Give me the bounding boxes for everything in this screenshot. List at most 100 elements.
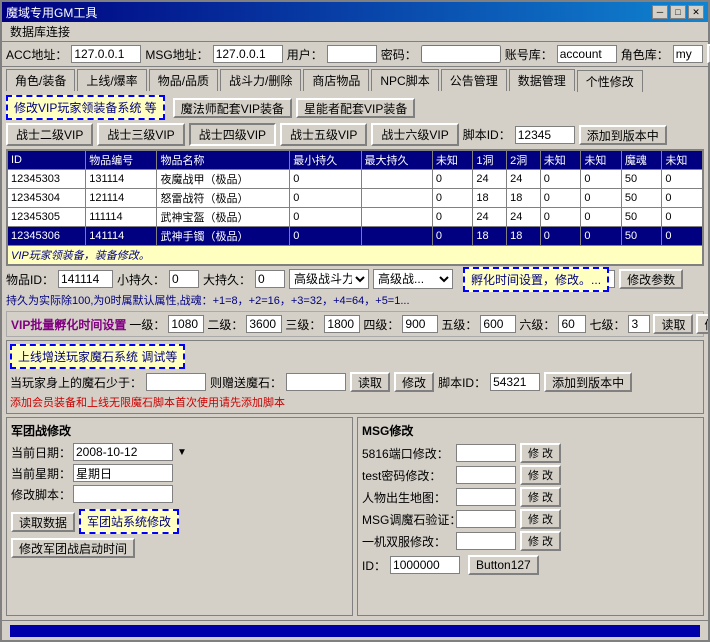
tab-data-mgmt[interactable]: 数据管理	[509, 69, 575, 91]
tab-shop-item[interactable]: 商店物品	[303, 69, 369, 91]
online-script-id-input[interactable]	[490, 373, 540, 391]
birth-map-modify-btn[interactable]: 修 改	[520, 487, 561, 507]
give-stone-input[interactable]	[286, 373, 346, 391]
msg-address-input[interactable]	[213, 45, 283, 63]
online-add-btn[interactable]: 添加到版本中	[544, 372, 632, 392]
table-cell: 0	[290, 170, 361, 189]
close-button[interactable]: ✕	[688, 5, 704, 19]
vip-equip-row[interactable]: VIP玩家领装备，装备修改。	[8, 246, 703, 265]
pwd-input[interactable]	[421, 45, 501, 63]
maximize-button[interactable]: □	[670, 5, 686, 19]
date-label: 当前日期：	[11, 444, 69, 461]
content-area: 修改VIP玩家领装备系统 等 魔法师配套VIP装备 星能者配套VIP装备 战士二…	[2, 91, 708, 620]
col-soul: 魔魂	[621, 151, 662, 170]
table-row[interactable]: 12345304121114怒雷战符（极品）00181800500	[8, 189, 703, 208]
status-bar	[2, 620, 708, 640]
level3-input[interactable]	[324, 315, 360, 333]
star-vip-tab[interactable]: 星能者配套VIP装备	[296, 98, 415, 118]
level6-input[interactable]	[558, 315, 586, 333]
table-cell: 0	[540, 170, 581, 189]
online-read-btn[interactable]: 读取	[350, 372, 390, 392]
date-input[interactable]	[73, 443, 173, 461]
window-title: 魔域专用GM工具	[6, 4, 97, 21]
modify-params-btn[interactable]: 修改参数	[619, 269, 683, 289]
msg-id-label: ID：	[362, 557, 386, 574]
table-cell: 0	[432, 170, 473, 189]
level3-label: 三级：	[285, 316, 321, 333]
week-label: 当前星期：	[11, 465, 69, 482]
level1-input[interactable]	[168, 315, 204, 333]
tab-warrior-vip4[interactable]: 战士四级VIP	[189, 123, 276, 146]
table-row[interactable]: 12345306141114武神手镯（极品）00181800500	[8, 227, 703, 246]
dual-server-input[interactable]	[456, 532, 516, 550]
minimize-button[interactable]: ─	[652, 5, 668, 19]
db-input[interactable]	[557, 45, 617, 63]
table-row[interactable]: 12345305111114武神宝盔（极品）00242400500	[8, 208, 703, 227]
button127-btn[interactable]: Button127	[468, 555, 539, 575]
tab-item-quality[interactable]: 物品/品质	[149, 69, 218, 91]
combat-dropdown1[interactable]: 高级战斗力	[289, 269, 369, 289]
msg-id-input[interactable]	[390, 556, 460, 574]
max-dur-input[interactable]	[255, 270, 285, 288]
tab-announcement[interactable]: 公告管理	[441, 69, 507, 91]
table-cell: 0	[662, 208, 703, 227]
level-read-btn[interactable]: 读取	[653, 314, 693, 334]
online-modify-btn[interactable]: 修改	[394, 372, 434, 392]
modify-guild-time-btn[interactable]: 修改军团战启动时间	[11, 538, 135, 558]
msg-stone-input[interactable]	[456, 510, 516, 528]
col-hole1: 1洞	[473, 151, 507, 170]
tab-warrior-vip3[interactable]: 战士三级VIP	[97, 123, 184, 146]
col-unk2: 未知	[540, 151, 581, 170]
level-modify-btn[interactable]: 修改	[696, 314, 708, 334]
tab-warrior-vip2[interactable]: 战士二级VIP	[6, 123, 93, 146]
level5-input[interactable]	[480, 315, 516, 333]
less-than-input[interactable]	[146, 373, 206, 391]
week-input[interactable]	[73, 464, 173, 482]
test-pwd-modify-btn[interactable]: 修 改	[520, 465, 561, 485]
script-input[interactable]	[73, 485, 173, 503]
tab-combat-delete[interactable]: 战斗力/删除	[220, 69, 301, 91]
port5816-input[interactable]	[456, 444, 516, 462]
table-cell: 0	[432, 227, 473, 246]
db-label: 账号库：	[505, 46, 553, 63]
less-than-label: 当玩家身上的魔石少于：	[10, 374, 142, 391]
table-cell: 0	[662, 189, 703, 208]
tab-personal-modify[interactable]: 个性修改	[577, 70, 643, 92]
role-input[interactable]	[673, 45, 703, 63]
table-cell: 0	[290, 189, 361, 208]
user-input[interactable]	[327, 45, 377, 63]
tab-npc-script[interactable]: NPC脚本	[371, 69, 438, 91]
msg-stone-modify-btn[interactable]: 修 改	[520, 509, 561, 529]
level5-label: 五级：	[441, 316, 477, 333]
foot-id-input[interactable]	[515, 126, 575, 144]
dual-server-modify-btn[interactable]: 修 改	[520, 531, 561, 551]
tab-warrior-vip5[interactable]: 战士五级VIP	[280, 123, 367, 146]
table-row[interactable]: 12345303131114夜魔战甲（极品）00242400500	[8, 170, 703, 189]
level7-input[interactable]	[628, 315, 650, 333]
table-row[interactable]: VIP玩家领装备，装备修改。	[8, 246, 703, 265]
combat-dropdown2[interactable]: 高级战...	[373, 269, 453, 289]
table-cell: 0	[290, 208, 361, 227]
level4-input[interactable]	[402, 315, 438, 333]
vip-batch-label: VIP批量孵化时间设置	[11, 316, 126, 333]
test-pwd-input[interactable]	[456, 466, 516, 484]
add-to-version-btn[interactable]: 添加到版本中	[579, 125, 667, 145]
read-data-btn[interactable]: 读取数据	[11, 512, 75, 532]
table-cell: 武神手镯（极品）	[157, 227, 290, 246]
level6-label: 六级：	[519, 316, 555, 333]
level2-input[interactable]	[246, 315, 282, 333]
tab-warrior-vip6[interactable]: 战士六级VIP	[371, 123, 458, 146]
menu-database[interactable]: 数据库连接	[4, 21, 76, 42]
tab-role-equip[interactable]: 角色/装备	[6, 69, 75, 91]
item-id-label: 物品ID：	[6, 271, 54, 288]
port5816-modify-btn[interactable]: 修 改	[520, 443, 561, 463]
acc-address-input[interactable]	[71, 45, 141, 63]
level1-label: 一级：	[129, 316, 165, 333]
tab-online-rate[interactable]: 上线/爆率	[77, 69, 146, 91]
item-id-input[interactable]	[58, 270, 113, 288]
table-cell: 0	[432, 189, 473, 208]
birth-map-input[interactable]	[456, 488, 516, 506]
mage-vip-tab[interactable]: 魔法师配套VIP装备	[173, 98, 292, 118]
table-cell: 12345305	[8, 208, 86, 227]
min-dur-input[interactable]	[169, 270, 199, 288]
